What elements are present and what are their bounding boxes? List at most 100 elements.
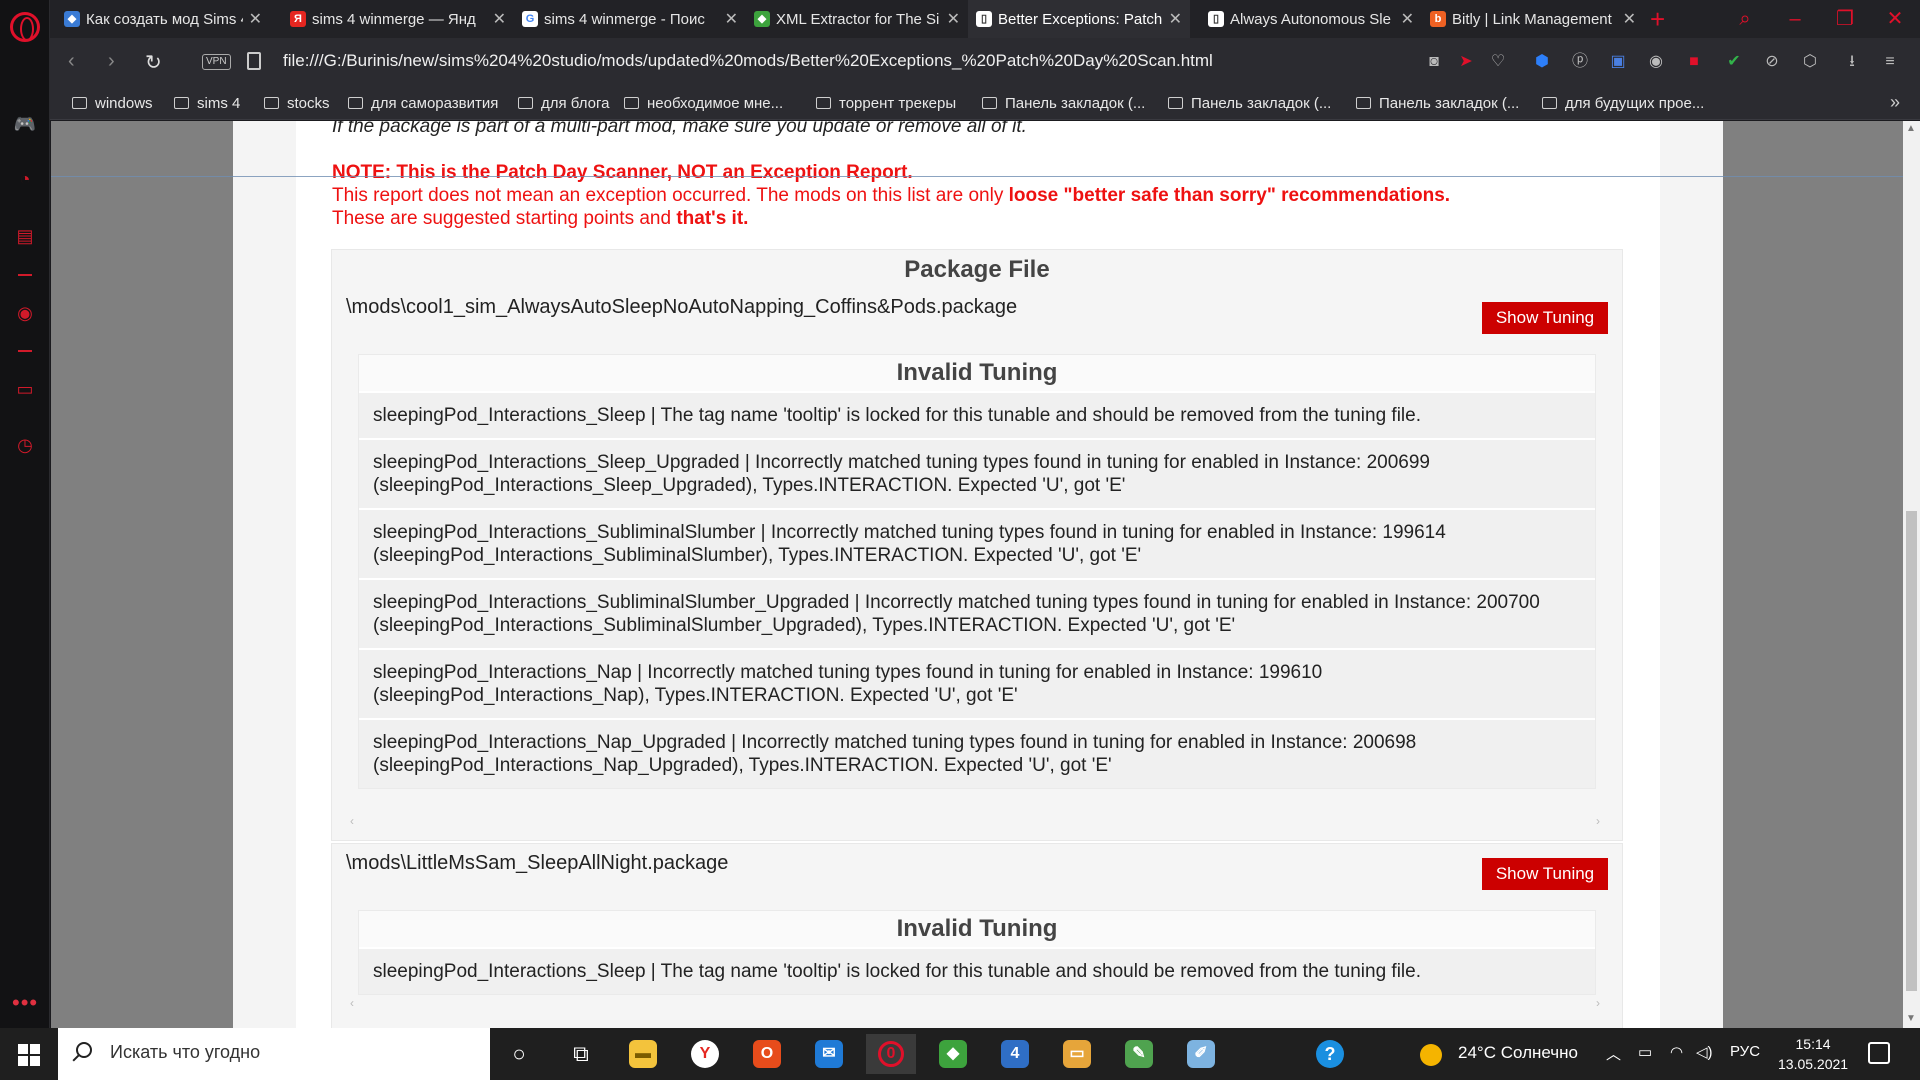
report-content: If the package is part of a multi-part m… (296, 121, 1660, 1028)
player-icon[interactable]: ◉ (13, 302, 37, 324)
folder-icon (1168, 97, 1183, 109)
close-tab-icon[interactable]: ✕ (1623, 9, 1636, 29)
download-icon[interactable]: ⭳ (1840, 50, 1864, 74)
speedometer-icon[interactable]: ◔ (13, 168, 37, 190)
opera-taskbar-icon[interactable]: 0 (866, 1034, 916, 1074)
close-tab-icon[interactable]: ✕ (249, 9, 262, 29)
minimize-icon[interactable]: – (1770, 0, 1820, 38)
task-view-icon[interactable]: ⧉ (556, 1034, 606, 1074)
windows-start-icon[interactable] (18, 1044, 40, 1066)
history-clock-icon[interactable]: ◷ (13, 434, 37, 456)
tab[interactable]: ◆ Как создать мод Sims 4 ✕ (56, 0, 270, 38)
sun-weather-icon[interactable] (1420, 1044, 1442, 1066)
adblock-check-icon[interactable]: ✔ (1722, 50, 1746, 74)
bookmark-folder[interactable]: sims 4 (174, 86, 240, 120)
red-square-icon[interactable]: ■ (1682, 50, 1706, 74)
office-icon[interactable]: O (742, 1034, 792, 1074)
gamepad-icon[interactable]: 🎮 (13, 113, 37, 135)
sims-studio-icon[interactable]: 4 (990, 1034, 1040, 1074)
url-field[interactable]: file:///G:/Burinis/new/sims%204%20studio… (283, 51, 1213, 71)
tab-active[interactable]: ▯ Better Exceptions: Patch ✕ (968, 0, 1190, 38)
mail-icon[interactable]: ✉ (804, 1034, 854, 1074)
bookmark-folder[interactable]: торрент трекеры (816, 86, 956, 120)
paint-icon[interactable]: ✐ (1176, 1034, 1226, 1074)
camera-icon[interactable]: ◙ (1422, 50, 1446, 74)
tray-expand-icon[interactable]: ︿ (1606, 1043, 1621, 1064)
tab[interactable]: b Bitly | Link Management ✕ (1422, 0, 1644, 38)
file-explorer-icon[interactable]: ▬ (618, 1034, 668, 1074)
volume-icon[interactable]: ◁) (1696, 1043, 1713, 1061)
close-tab-icon[interactable]: ✕ (947, 9, 960, 29)
package-card: \mods\LittleMsSam_SleepAllNight.package … (331, 843, 1623, 1028)
bookmark-folder[interactable]: необходимое мне... (624, 86, 783, 120)
close-window-icon[interactable]: ✕ (1870, 0, 1920, 38)
weather-text[interactable]: 24°C Солнечно (1458, 1043, 1578, 1063)
address-bar: ‹ › ↻ VPN file:///G:/Burinis/new/sims%20… (50, 38, 1920, 86)
page-info-icon[interactable] (247, 52, 261, 70)
restore-icon[interactable]: ❐ (1820, 0, 1870, 38)
tab[interactable]: G sims 4 winmerge - Поис ✕ (514, 0, 746, 38)
tv-icon[interactable]: ▤ (13, 225, 37, 247)
scroll-down-icon[interactable]: ▼ (1906, 1013, 1916, 1024)
sidebar-divider (18, 274, 32, 276)
bookmark-folder[interactable]: Панель закладок (... (982, 86, 1145, 120)
bookmark-folder[interactable]: Панель закладок (... (1356, 86, 1519, 120)
folder-app-icon[interactable]: ▭ (1052, 1034, 1102, 1074)
pinterest-icon[interactable]: ⓟ (1568, 50, 1592, 74)
clock[interactable]: 15:14 13.05.2021 (1778, 1034, 1848, 1074)
show-tuning-button[interactable]: Show Tuning (1482, 858, 1608, 890)
translate-icon[interactable]: ▣ (1606, 50, 1630, 74)
show-tuning-button[interactable]: Show Tuning (1482, 302, 1608, 334)
stop-sign-icon[interactable]: ⊘ (1760, 50, 1784, 74)
close-tab-icon[interactable]: ✕ (1169, 9, 1182, 29)
bookmark-folder[interactable]: Панель закладок (... (1168, 86, 1331, 120)
sims-app-icon[interactable]: ◆ (928, 1034, 978, 1074)
notifications-icon[interactable] (1868, 1042, 1890, 1064)
new-tab-plus-icon[interactable]: + (1650, 6, 1665, 32)
forward-arrow-icon[interactable]: › (108, 50, 115, 73)
battery-icon[interactable]: ▭ (1638, 1043, 1652, 1061)
reload-icon[interactable]: ↻ (145, 50, 162, 75)
tab[interactable]: ◆ XML Extractor for The Si ✕ (746, 0, 968, 38)
snapshot-icon[interactable]: ▭ (13, 378, 37, 400)
bookmark-folder[interactable]: windows (72, 86, 153, 120)
cortana-icon[interactable]: ○ (494, 1034, 544, 1074)
heart-icon[interactable]: ♡ (1486, 50, 1510, 74)
scroll-up-icon[interactable]: ▲ (1906, 123, 1916, 134)
bookmarks-overflow-icon[interactable]: » (1890, 92, 1900, 113)
horizontal-scrollbar[interactable]: ‹ › (350, 814, 1600, 830)
close-tab-icon[interactable]: ✕ (1401, 9, 1414, 29)
cube-icon[interactable]: ⬡ (1798, 50, 1822, 74)
close-tab-icon[interactable]: ✕ (493, 9, 506, 29)
taskbar-search[interactable]: Искать что угодно (58, 1028, 490, 1080)
menu-settings-icon[interactable]: ≡ (1878, 50, 1902, 74)
page-favicon-icon: ▯ (1208, 11, 1224, 27)
more-dots-icon[interactable]: ••• (12, 990, 38, 1016)
wifi-icon[interactable]: ◠ (1670, 1043, 1683, 1061)
horizontal-scrollbar[interactable]: ‹ › (350, 996, 1600, 1012)
send-icon[interactable]: ➤ (1454, 50, 1478, 74)
tab-search-icon[interactable]: ⌕ (1720, 0, 1770, 38)
scroll-left-icon[interactable]: ‹ (350, 814, 354, 828)
bookmark-folder[interactable]: stocks (264, 86, 330, 120)
tab[interactable]: Я sims 4 winmerge — Янд ✕ (282, 0, 514, 38)
vertical-scrollbar[interactable]: ▲ ▼ (1903, 121, 1920, 1028)
language-indicator[interactable]: РУС (1730, 1043, 1760, 1060)
scroll-right-icon[interactable]: › (1596, 996, 1600, 1010)
yandex-browser-icon[interactable]: Y (680, 1034, 730, 1074)
back-arrow-icon[interactable]: ‹ (68, 50, 75, 73)
tab[interactable]: ▯ Always Autonomous Sle ✕ (1200, 0, 1422, 38)
record-icon[interactable]: ◉ (1644, 50, 1668, 74)
close-tab-icon[interactable]: ✕ (725, 9, 738, 29)
help-icon[interactable]: ? (1316, 1040, 1344, 1068)
image-editor-icon[interactable]: ✎ (1114, 1034, 1164, 1074)
bookmark-folder[interactable]: для блога (518, 86, 609, 120)
vpn-badge[interactable]: VPN (202, 54, 231, 70)
bookmark-folder[interactable]: для саморазвития (348, 86, 498, 120)
bookmark-folder[interactable]: для будущих прое... (1542, 86, 1704, 120)
scroll-right-icon[interactable]: › (1596, 814, 1600, 828)
scrollbar-thumb[interactable] (1906, 511, 1917, 991)
opera-logo-icon[interactable] (10, 12, 40, 42)
scroll-left-icon[interactable]: ‹ (350, 996, 354, 1010)
shield-extension-icon[interactable]: ⬢ (1530, 50, 1554, 74)
